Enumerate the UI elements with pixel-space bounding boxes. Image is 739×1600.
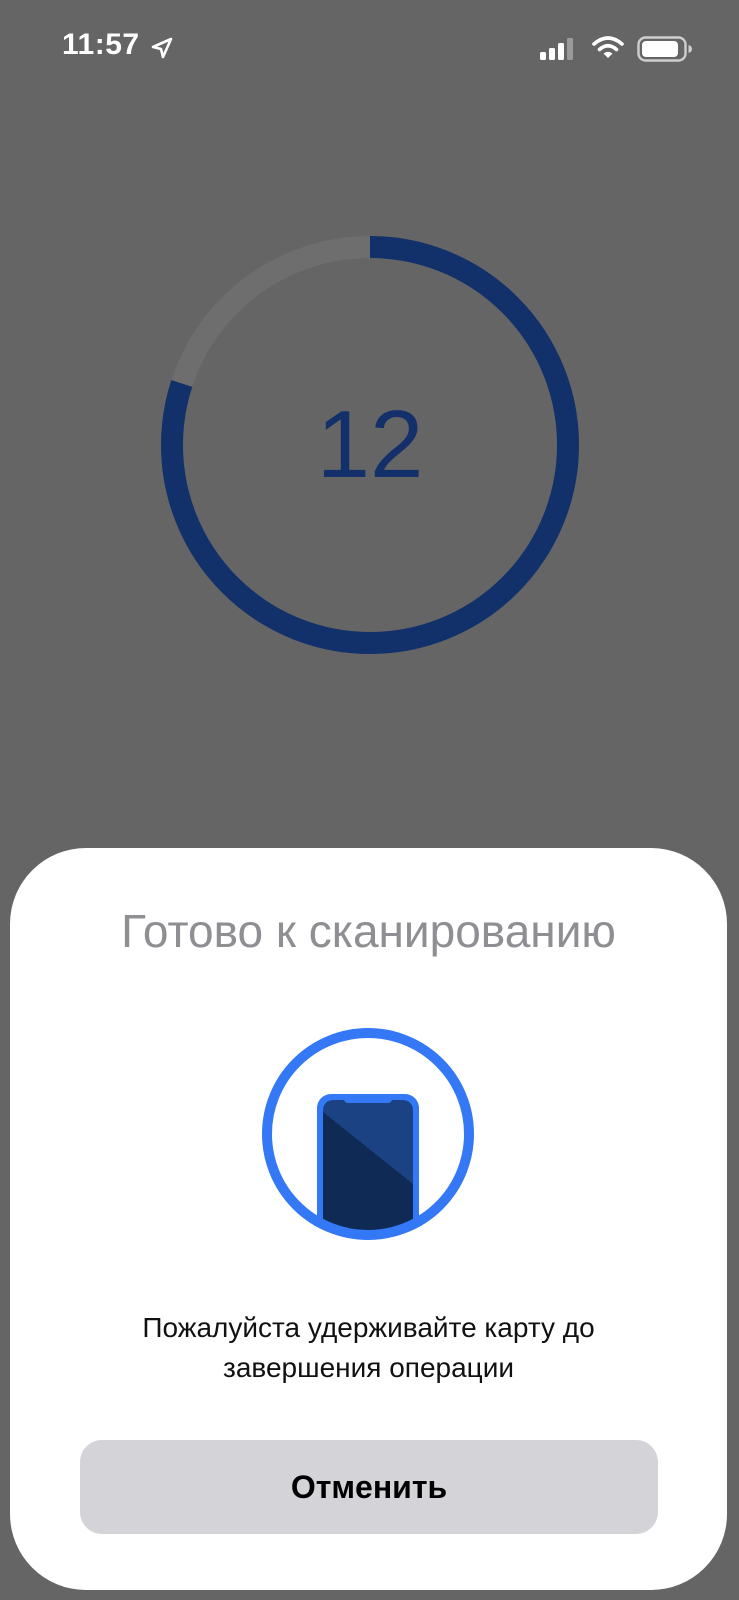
sheet-message: Пожалуйста удерживайте карту до завершен…	[142, 1312, 595, 1383]
cancel-button[interactable]: Отменить	[80, 1440, 658, 1534]
status-time: 11:57	[62, 28, 140, 61]
scan-sheet: Готово к сканированию Пожалуйста удержив…	[10, 848, 727, 1590]
cellular-signal-icon	[540, 38, 573, 60]
wifi-icon	[592, 36, 624, 58]
status-bar: 11:57	[0, 0, 739, 100]
sheet-title: Готово к сканированию	[121, 905, 616, 957]
location-arrow-icon	[151, 37, 173, 59]
countdown-value: 12	[316, 391, 424, 498]
phone-scan-icon	[262, 1028, 474, 1240]
battery-icon	[637, 36, 692, 62]
